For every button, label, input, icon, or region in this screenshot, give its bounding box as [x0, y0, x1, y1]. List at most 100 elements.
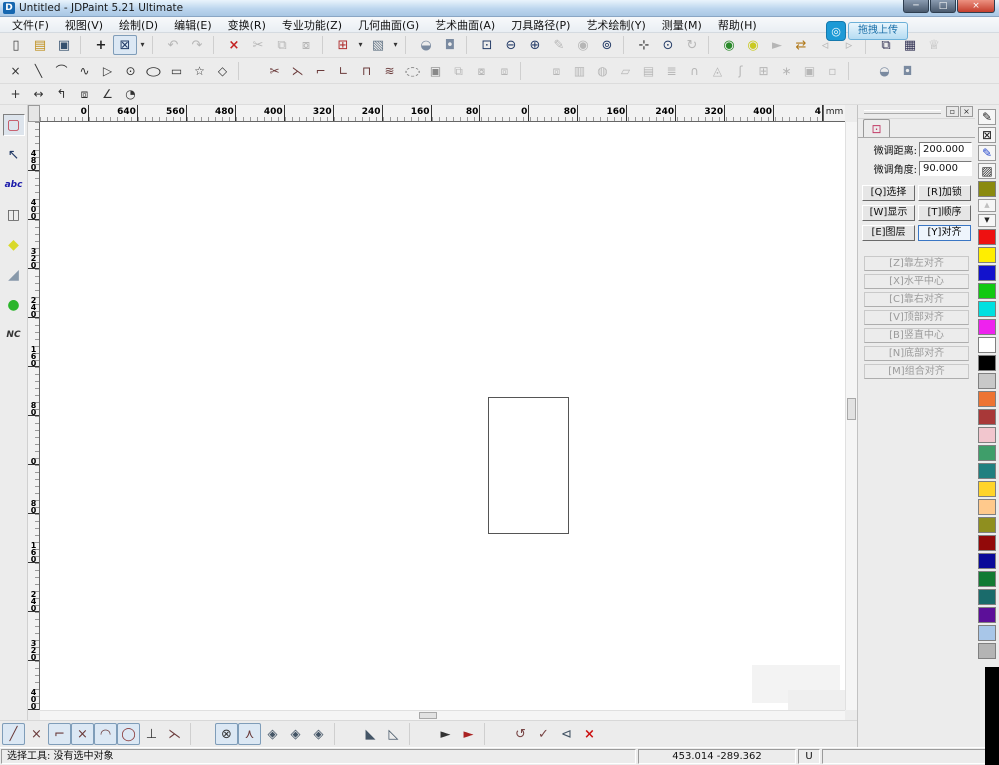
- group-icon[interactable]: ▥: [568, 61, 591, 81]
- stack-align-icon[interactable]: ▤: [637, 61, 660, 81]
- color-swatch-maroon[interactable]: [978, 535, 996, 551]
- snap-corner-icon[interactable]: ⌐: [48, 723, 71, 745]
- pan-view-icon[interactable]: ⊹: [632, 35, 656, 55]
- color-swatch-gray[interactable]: [978, 373, 996, 389]
- color-swatch-yellow[interactable]: [978, 247, 996, 263]
- snap-rotate-icon[interactable]: ↺: [509, 723, 532, 745]
- align-top-button[interactable]: [V]顶部对齐: [864, 310, 969, 325]
- snap-tangent-icon[interactable]: ◠: [94, 723, 117, 745]
- grid-array-icon[interactable]: ⊞: [752, 61, 775, 81]
- zoom-actual-icon[interactable]: ⊙: [656, 35, 680, 55]
- refresh-view-icon[interactable]: ↻: [680, 35, 704, 55]
- minimize-button[interactable]: ─: [903, 0, 929, 13]
- cursor-pick-icon[interactable]: ►: [434, 723, 457, 745]
- save-file-icon[interactable]: ▣: [52, 35, 76, 55]
- select-box-icon[interactable]: ⊠: [113, 35, 137, 55]
- open-file-icon[interactable]: ▤: [28, 35, 52, 55]
- menu-draw[interactable]: 绘制(D): [111, 16, 166, 34]
- draw-polygon-icon[interactable]: ◇: [211, 61, 234, 81]
- color-swatch-olive[interactable]: [978, 517, 996, 533]
- upload-badge-label[interactable]: 拖拽上传: [848, 22, 908, 40]
- panel-collapse-button[interactable]: ▫: [946, 106, 959, 117]
- menu-art-draw[interactable]: 艺术绘制(Y): [578, 16, 653, 34]
- color-swatch-light-blue[interactable]: [978, 625, 996, 641]
- panel-button-order[interactable]: [T]顺序: [918, 205, 971, 221]
- measure-arc-icon[interactable]: ◔: [119, 84, 142, 104]
- draw-line-icon[interactable]: ╲: [27, 61, 50, 81]
- draw-arc-icon[interactable]: ⌒: [50, 61, 73, 81]
- palette-scroll-up[interactable]: ▲: [978, 199, 996, 212]
- measure-angle-icon[interactable]: ∠: [96, 84, 119, 104]
- panel-button-layer[interactable]: [E]图层: [862, 225, 915, 241]
- pattern-fill-icon[interactable]: ▨: [978, 163, 996, 179]
- snap-clear-icon[interactable]: ×: [578, 723, 601, 745]
- transform-dropdown[interactable]: ▾: [355, 35, 366, 55]
- weld-icon[interactable]: ⧈: [545, 61, 568, 81]
- select-box-dropdown[interactable]: ▾: [137, 35, 148, 55]
- color-swatch-pink[interactable]: [978, 427, 996, 443]
- work-plane-move-icon[interactable]: ◺: [382, 723, 405, 745]
- align-bottom-button[interactable]: [N]底部对齐: [864, 346, 969, 361]
- transform-tool[interactable]: ◫: [3, 204, 25, 226]
- upload-badge[interactable]: ◎ 拖拽上传: [826, 21, 908, 41]
- paste-shape-icon[interactable]: ⧇: [470, 61, 493, 81]
- menu-geometry-surface[interactable]: 几何曲面(G): [350, 16, 427, 34]
- snap-grid-side-icon[interactable]: ◈: [307, 723, 330, 745]
- color-swatch-blue[interactable]: [978, 265, 996, 281]
- preview-eye-icon[interactable]: ◉: [571, 35, 595, 55]
- menu-measure[interactable]: 测量(M): [654, 16, 710, 34]
- fillet-icon[interactable]: ⌐: [309, 61, 332, 81]
- emboss-icon[interactable]: ◬: [706, 61, 729, 81]
- slot-icon[interactable]: ◌: [395, 61, 431, 81]
- menu-art-surface[interactable]: 艺术曲面(A): [427, 16, 503, 34]
- align-right-button[interactable]: [C]靠右对齐: [864, 292, 969, 307]
- menu-transform[interactable]: 变换(R): [220, 16, 274, 34]
- zoom-window-icon[interactable]: ⊡: [475, 35, 499, 55]
- measure-distance-icon[interactable]: ↔: [27, 84, 50, 104]
- trim-icon[interactable]: ✂: [263, 61, 286, 81]
- measure-rect-icon[interactable]: ⧈: [73, 84, 96, 104]
- zoom-out-icon[interactable]: ⊖: [499, 35, 523, 55]
- align-group-button[interactable]: [M]组合对齐: [864, 364, 969, 379]
- snap-perpendicular-icon[interactable]: ⊥: [140, 723, 163, 745]
- color-swatch-green[interactable]: [978, 283, 996, 299]
- draw-polyline-icon[interactable]: ▷: [96, 61, 119, 81]
- draw-spline-icon[interactable]: ∿: [73, 61, 96, 81]
- maximize-button[interactable]: □: [930, 0, 956, 13]
- color-swatch-orange[interactable]: [978, 391, 996, 407]
- view-3d-icon[interactable]: ▧: [366, 35, 390, 55]
- color-swatch-navy[interactable]: [978, 553, 996, 569]
- view-3d-dropdown[interactable]: ▾: [390, 35, 401, 55]
- vertical-scrollbar[interactable]: [845, 122, 857, 710]
- current-color-swatch[interactable]: [978, 181, 996, 197]
- knife-tool[interactable]: ◢: [3, 264, 25, 286]
- region-box-icon[interactable]: ▣: [798, 61, 821, 81]
- bridge-icon[interactable]: ∩: [683, 61, 706, 81]
- close-button[interactable]: ×: [957, 0, 995, 13]
- list-array-icon[interactable]: ≣: [660, 61, 683, 81]
- zoom-all-icon[interactable]: ⊚: [595, 35, 619, 55]
- copy-icon[interactable]: ⧉: [270, 35, 294, 55]
- panel-button-lock[interactable]: [R]加锁: [918, 185, 971, 201]
- snap-grid-front-icon[interactable]: ◈: [284, 723, 307, 745]
- align-left-button[interactable]: [Z]靠左对齐: [864, 256, 969, 271]
- menu-view[interactable]: 视图(V): [57, 16, 111, 34]
- light-off-icon[interactable]: ◉: [741, 35, 765, 55]
- art-light-tool[interactable]: ◆: [3, 234, 25, 256]
- pattern-array-icon[interactable]: ∗: [775, 61, 798, 81]
- nudge-distance-field[interactable]: 200.000: [919, 142, 972, 157]
- zoom-in-icon[interactable]: ⊕: [523, 35, 547, 55]
- color-swatch-silver[interactable]: [978, 643, 996, 659]
- menu-help[interactable]: 帮助(H): [710, 16, 765, 34]
- align-hcenter-button[interactable]: [X]水平中心: [864, 274, 969, 289]
- color-swap-icon[interactable]: ⇄: [789, 35, 813, 55]
- snap-pick-box-icon[interactable]: ⊲: [555, 723, 578, 745]
- cut-icon[interactable]: ✂: [246, 35, 270, 55]
- drawing-canvas[interactable]: [40, 122, 845, 710]
- color-swatch-sea-green[interactable]: [978, 445, 996, 461]
- snap-circle-icon[interactable]: ◯: [117, 723, 140, 745]
- draw-star-icon[interactable]: ☆: [188, 61, 211, 81]
- cursor-remove-icon[interactable]: ►: [457, 723, 480, 745]
- snap-center-icon[interactable]: ⊗: [215, 723, 238, 745]
- nc-output-tool[interactable]: NC: [3, 324, 25, 346]
